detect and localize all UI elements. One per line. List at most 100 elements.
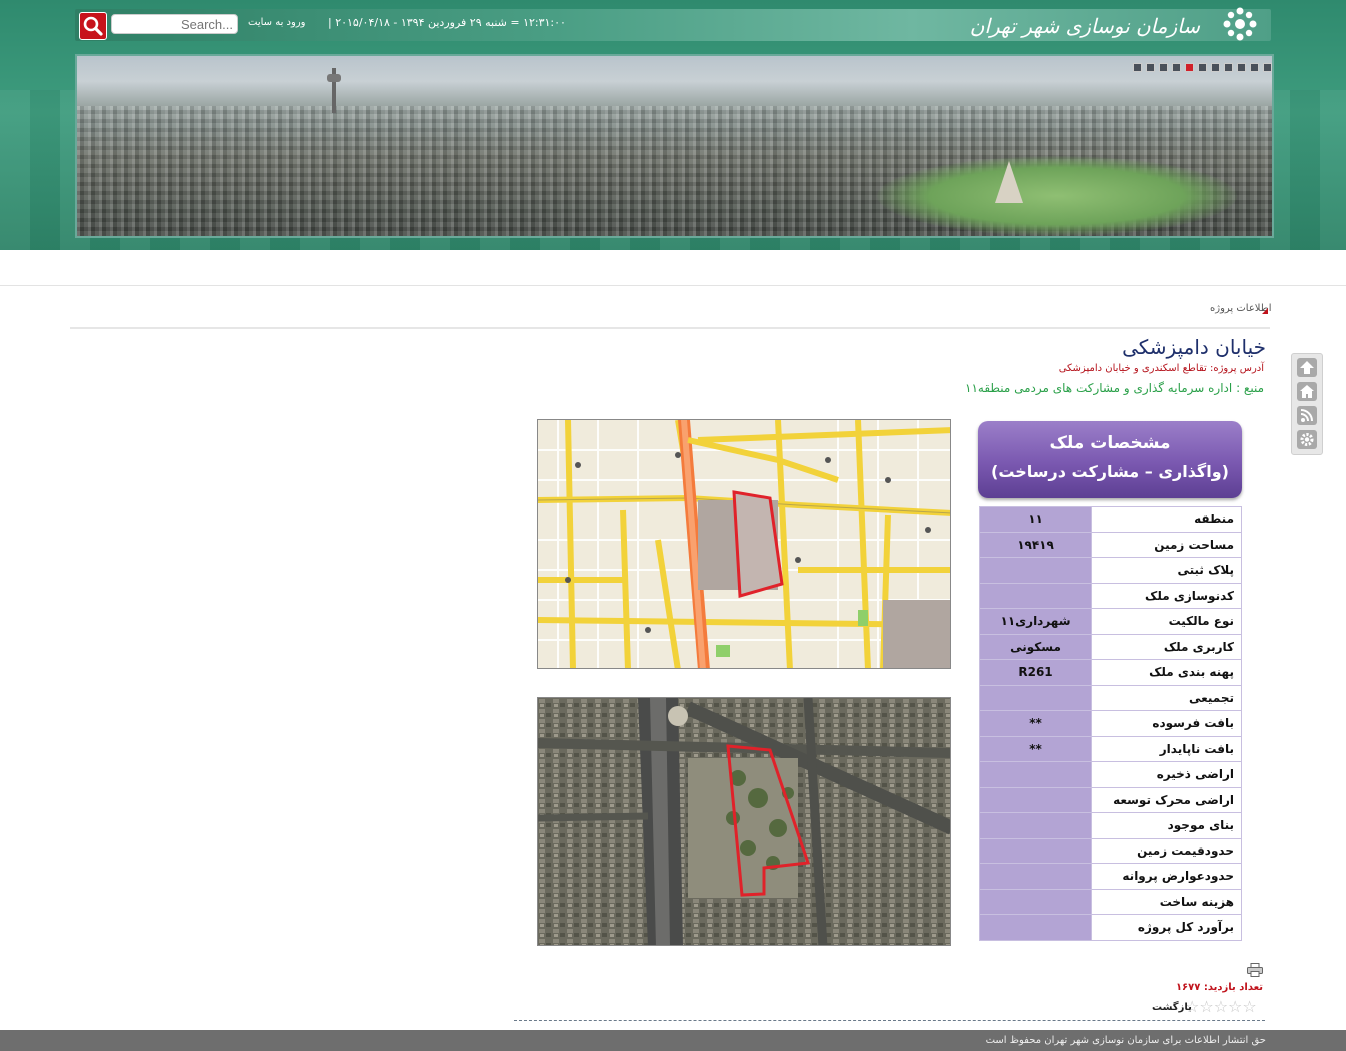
login-link[interactable]: ورود به سایت	[248, 17, 305, 28]
property-label: بنای موجود	[1091, 812, 1242, 839]
property-label: مساحت زمین	[1091, 531, 1242, 558]
site-footer: حق انتشار اطلاعات برای سازمان نوسازی شهر…	[0, 1030, 1346, 1051]
settings-button[interactable]	[1297, 430, 1317, 449]
property-label: کدنوسازی ملک	[1091, 582, 1242, 609]
slider-dot[interactable]	[1172, 63, 1181, 72]
property-value: شهرداری۱۱	[978, 608, 1093, 635]
slider-dot[interactable]	[1224, 63, 1233, 72]
slider-dot[interactable]	[1133, 63, 1142, 72]
search-input[interactable]	[111, 14, 238, 34]
property-row: R261 پهنه بندی ملک	[978, 659, 1242, 686]
visits-value: ۱۶۷۷	[1175, 982, 1201, 993]
banner-tower-top	[327, 74, 341, 82]
property-row: کدنوسازی ملک	[978, 582, 1242, 609]
property-value: R261	[978, 659, 1093, 686]
star-icon[interactable]: ☆	[1228, 999, 1242, 1015]
site-logo[interactable]: سازمان نوسازی شهر تهران	[970, 4, 1260, 44]
slider-dot[interactable]	[1237, 63, 1246, 72]
property-label: حدودعوارض پروانه	[1091, 863, 1242, 890]
divider	[0, 285, 1346, 286]
search-button[interactable]	[79, 12, 107, 40]
slider-dot[interactable]	[1146, 63, 1155, 72]
property-row: ۱۱ منطقه	[978, 506, 1242, 533]
page-title: خیابان دامپزشکی	[1122, 335, 1266, 359]
home-icon	[1300, 385, 1314, 398]
slider-dot[interactable]	[1250, 63, 1259, 72]
property-value: مسکونی	[978, 633, 1093, 660]
property-value: ۱۱	[978, 506, 1093, 533]
slider-dot[interactable]	[1198, 63, 1207, 72]
gear-icon	[1300, 433, 1314, 446]
date-time-text: ۱۲:۳۱:۰۰ = شنبه ۲۹ فروردین ۱۳۹۴ - ۲۰۱۵/۰…	[328, 16, 566, 29]
property-label: کاربری ملک	[1091, 633, 1242, 660]
property-row: هزینه ساخت	[978, 888, 1242, 915]
property-value	[978, 837, 1093, 864]
rss-button[interactable]	[1297, 406, 1317, 425]
property-row: مسکونی کاربری ملک	[978, 633, 1242, 660]
card-subtitle: (واگذاری – مشارکت درساخت)	[991, 462, 1229, 481]
rating-stars[interactable]: ☆ ☆ ☆ ☆ ☆	[1185, 999, 1257, 1015]
property-value	[978, 863, 1093, 890]
banner-park	[877, 156, 1237, 236]
star-icon[interactable]: ☆	[1214, 999, 1228, 1015]
property-label: تجمیعی	[1091, 684, 1242, 711]
tehran-emblem-icon	[1223, 7, 1257, 41]
project-source: منبع : اداره سرمایه گذاری و مشارکت های م…	[965, 381, 1264, 395]
property-value	[978, 786, 1093, 813]
magnifier-icon	[83, 16, 103, 36]
property-label: هزینه ساخت	[1091, 888, 1242, 915]
property-label: پهنه بندی ملک	[1091, 659, 1242, 686]
slider-dot[interactable]	[1185, 63, 1194, 72]
divider	[70, 327, 1270, 329]
property-value	[978, 557, 1093, 584]
logo-text: سازمان نوسازی شهر تهران	[969, 14, 1200, 38]
property-label: بافت ناپایدار	[1091, 735, 1242, 762]
property-row: ** بافت فرسوده	[978, 710, 1242, 737]
property-table: ۱۱ منطقه ۱۹۴۱۹ مساحت زمین پلاک ثبتی کدنوسازی …	[978, 506, 1242, 941]
up-arrow-icon	[1300, 361, 1314, 374]
property-row: برآورد کل پروژه	[978, 914, 1242, 941]
banner-monument	[995, 161, 1023, 203]
source-value: اداره سرمایه گذاری و مشارکت های مردمی من…	[965, 381, 1233, 395]
print-button[interactable]	[1247, 962, 1263, 977]
property-table-body: ۱۱ منطقه ۱۹۴۱۹ مساحت زمین پلاک ثبتی کدنوسازی …	[978, 506, 1242, 941]
satellite-map-drawing	[538, 698, 950, 945]
copyright-text: حق انتشار اطلاعات برای سازمان نوسازی شهر…	[985, 1035, 1266, 1046]
property-value: **	[978, 710, 1093, 737]
star-icon[interactable]: ☆	[1199, 999, 1213, 1015]
property-label: بافت فرسوده	[1091, 710, 1242, 737]
dashed-divider	[514, 1020, 1265, 1021]
breadcrumb-marker-icon	[1262, 308, 1268, 314]
property-row: حدودعوارض پروانه	[978, 863, 1242, 890]
slider-pagination	[1133, 63, 1272, 72]
property-row: حدودقیمت زمین	[978, 837, 1242, 864]
property-row: پلاک ثبتی	[978, 557, 1242, 584]
property-value	[978, 582, 1093, 609]
property-row: ** بافت ناپایدار	[978, 735, 1242, 762]
slider-dot[interactable]	[1211, 63, 1220, 72]
home-button[interactable]	[1297, 382, 1317, 401]
card-title: مشخصات ملک	[1049, 433, 1171, 453]
star-icon[interactable]: ☆	[1242, 999, 1256, 1015]
visit-counter: تعداد بازدید: ۱۶۷۷	[1176, 982, 1263, 993]
slider-dot[interactable]	[1263, 63, 1272, 72]
back-link[interactable]: بازگشت	[1152, 1002, 1192, 1013]
property-row: بنای موجود	[978, 812, 1242, 839]
rss-icon	[1300, 409, 1313, 422]
property-row: ۱۹۴۱۹ مساحت زمین	[978, 531, 1242, 558]
side-toolbar	[1291, 353, 1323, 455]
source-label: منبع :	[1236, 381, 1264, 395]
street-map-image	[537, 419, 951, 669]
project-address: آدرس پروژه: تقاطع اسکندری و خیابان دامپز…	[1059, 363, 1264, 374]
property-value	[978, 914, 1093, 941]
property-label: برآورد کل پروژه	[1091, 914, 1242, 941]
visits-label: تعداد بازدید:	[1203, 982, 1263, 993]
property-value	[978, 684, 1093, 711]
property-row: تجمیعی	[978, 684, 1242, 711]
property-value	[978, 761, 1093, 788]
property-value	[978, 812, 1093, 839]
property-row: شهرداری۱۱ نوع مالکیت	[978, 608, 1242, 635]
slider-dot[interactable]	[1159, 63, 1168, 72]
scroll-top-button[interactable]	[1297, 358, 1317, 377]
street-map-drawing	[538, 420, 950, 668]
